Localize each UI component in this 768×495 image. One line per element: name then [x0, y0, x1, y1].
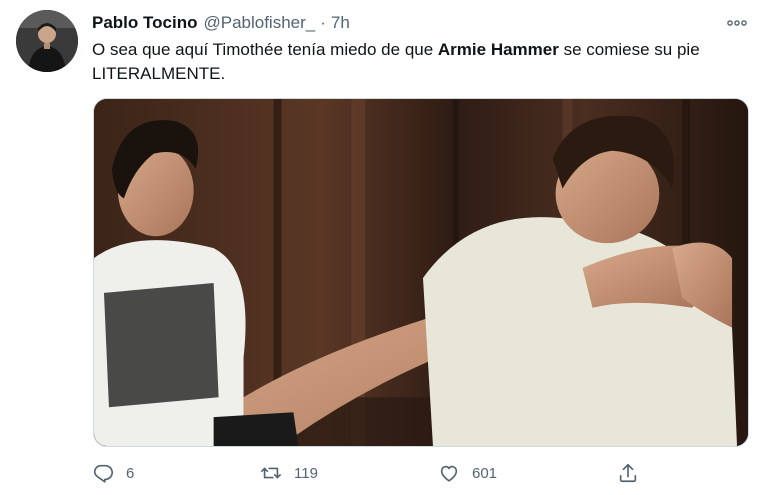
- avatar[interactable]: [16, 10, 78, 72]
- reply-count: 6: [126, 464, 135, 482]
- like-button[interactable]: 601: [438, 458, 497, 488]
- attached-photo: [94, 99, 748, 446]
- tweet-header: Pablo Tocino @Pablofisher_ · 7h: [92, 12, 350, 34]
- retweet-count: 119: [294, 464, 318, 482]
- separator-dot: ·: [320, 13, 326, 32]
- more-options-icon[interactable]: [726, 14, 748, 32]
- user-avatar-photo: [16, 10, 78, 72]
- timestamp[interactable]: 7h: [331, 13, 350, 33]
- share-icon: [619, 463, 637, 483]
- user-handle[interactable]: @Pablofisher_: [203, 13, 315, 33]
- retweet-button[interactable]: 119: [260, 458, 318, 488]
- tweet-media-photo[interactable]: [93, 98, 749, 447]
- tweet: Pablo Tocino @Pablofisher_ · 7h O sea qu…: [0, 0, 768, 495]
- reply-button[interactable]: 6: [92, 458, 134, 488]
- like-count: 601: [472, 464, 498, 482]
- tweet-text-part-1: O sea que aquí Timothée tenía miedo de q…: [92, 40, 438, 59]
- heart-icon: [440, 465, 458, 482]
- reply-icon: [93, 464, 113, 483]
- tweet-text-bold[interactable]: Armie Hammer: [438, 40, 559, 59]
- retweet-icon: [261, 467, 281, 479]
- share-button[interactable]: [617, 458, 639, 488]
- display-name[interactable]: Pablo Tocino: [92, 13, 197, 33]
- tweet-actions: 6 119 601: [92, 458, 652, 488]
- tweet-text: O sea que aquí Timothée tenía miedo de q…: [92, 38, 742, 86]
